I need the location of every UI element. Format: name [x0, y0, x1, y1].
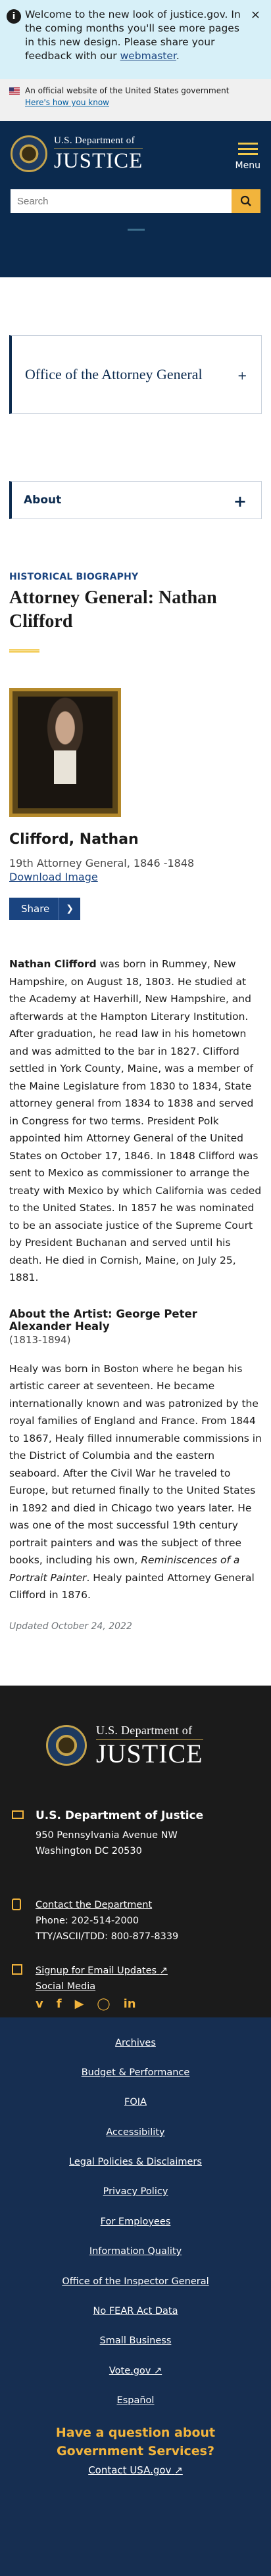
- footer-link-small-business[interactable]: Small Business: [0, 2334, 271, 2348]
- gov-banner: An official website of the United States…: [0, 79, 271, 121]
- about-accordion[interactable]: About +: [9, 481, 262, 519]
- artist-heading: About the Artist: George Peter Alexander…: [9, 1307, 197, 1333]
- menu-label: Menu: [235, 160, 260, 171]
- doj-seal-logo[interactable]: [11, 135, 47, 172]
- footer-link-no-fear[interactable]: No FEAR Act Data: [0, 2304, 271, 2318]
- contact-usa-link[interactable]: Contact USA.gov ↗: [0, 2464, 271, 2476]
- social-media-link[interactable]: Social Media: [36, 1979, 168, 1994]
- office-of-attorney-general-nav[interactable]: Office of the Attorney General +: [9, 335, 262, 414]
- gov-banner-text: An official website of the United States…: [25, 86, 230, 95]
- chevron-right-icon: ❯: [66, 904, 74, 914]
- footer-contact: Contact the Department Phone: 202-514-20…: [36, 1897, 178, 1944]
- hamburger-icon: [237, 143, 258, 145]
- us-flag-icon: [9, 87, 20, 95]
- info-icon: i: [7, 9, 21, 24]
- eyebrow-label: HISTORICAL BIOGRAPHY: [9, 572, 139, 582]
- page-title: Attorney General: Nathan Clifford: [9, 587, 217, 632]
- mail-icon: [12, 1810, 24, 1819]
- footer-link-privacy[interactable]: Privacy Policy: [0, 2184, 271, 2199]
- search-icon: [240, 195, 251, 206]
- footer-link-legal[interactable]: Legal Policies & Disclaimers: [0, 2155, 271, 2169]
- instagram-icon[interactable]: ◯: [97, 1997, 110, 2011]
- site-notice: i Welcome to the new look of justice.gov…: [0, 0, 271, 79]
- tty-number: TTY/ASCII/TDD: 800-877-8339: [36, 1931, 179, 1942]
- footer-link-accessibility[interactable]: Accessibility: [0, 2125, 271, 2140]
- phone-icon: [12, 1898, 21, 1910]
- site-header: U.S. Department of JUSTICE Menu: [0, 121, 271, 277]
- footer-primary: U.S. Department of JUSTICE U.S. Departme…: [0, 1685, 271, 2017]
- external-link-icon: ↗: [154, 2365, 162, 2376]
- notice-text: Welcome to the new look of justice.gov. …: [25, 9, 241, 62]
- footer-link-employees[interactable]: For Employees: [0, 2215, 271, 2229]
- plus-icon[interactable]: +: [237, 367, 247, 386]
- about-label: About: [24, 494, 62, 507]
- footer-brand[interactable]: U.S. Department of JUSTICE: [96, 1724, 203, 1768]
- external-link-icon: ↗: [159, 1965, 168, 1976]
- heres-how-you-know-link[interactable]: Here's how you know: [25, 97, 109, 108]
- title-rule: [9, 649, 39, 653]
- footer-link-foia[interactable]: FOIA: [0, 2095, 271, 2109]
- signup-icon: [12, 1964, 22, 1975]
- updated-date: Updated October 24, 2022: [9, 1621, 132, 1632]
- twitter-icon[interactable]: 𝘃: [36, 1997, 43, 2011]
- linkedin-icon[interactable]: in: [124, 1997, 136, 2011]
- external-link-icon: ↗: [174, 2464, 183, 2476]
- artist-biography: Healy was born in Boston where he began …: [9, 1362, 262, 1601]
- email-updates-link[interactable]: Signup for Email Updates ↗: [36, 1963, 168, 1979]
- phone-number: Phone: 202-514-2000: [36, 1915, 139, 1926]
- footer-signup: Signup for Email Updates ↗ Social Media: [36, 1963, 168, 1994]
- footer-links: Archives Budget & Performance FOIA Acces…: [0, 2017, 271, 2576]
- menu-button[interactable]: Menu: [235, 139, 260, 171]
- subject-role: 19th Attorney General, 1846 -1848: [9, 857, 195, 869]
- footer-link-budget[interactable]: Budget & Performance: [0, 2065, 271, 2080]
- subject-name: Clifford, Nathan: [9, 831, 139, 848]
- site-brand[interactable]: U.S. Department of JUSTICE: [54, 135, 143, 173]
- search-input[interactable]: [11, 189, 232, 213]
- download-image-link[interactable]: Download Image: [9, 871, 262, 883]
- sidenav-title: Office of the Attorney General: [25, 366, 203, 382]
- search-button[interactable]: [232, 189, 260, 213]
- contact-department-link[interactable]: Contact the Department: [36, 1897, 178, 1913]
- biography-text: Nathan Clifford was born in Rummey, New …: [9, 958, 262, 1283]
- webmaster-link[interactable]: webmaster: [120, 50, 176, 62]
- footer-link-information-quality[interactable]: Information Quality: [0, 2244, 271, 2259]
- search-form: [11, 189, 260, 213]
- footer-address: U.S. Department of Justice 950 Pennsylva…: [36, 1808, 204, 1856]
- footer-seal-logo[interactable]: [46, 1724, 87, 1766]
- share-button[interactable]: Share ❯: [9, 898, 81, 920]
- artist-lifespan: (1813-1894): [9, 1333, 71, 1346]
- social-icons: 𝘃 f ▶ ◯ in: [36, 1997, 136, 2011]
- plus-icon[interactable]: +: [234, 492, 247, 511]
- government-services-question: Have a question about Government Service…: [55, 2425, 216, 2458]
- close-icon[interactable]: ×: [251, 8, 260, 22]
- header-accent: [128, 229, 145, 231]
- portrait-image: [9, 688, 121, 817]
- facebook-icon[interactable]: f: [57, 1997, 62, 2011]
- footer-link-espanol[interactable]: Español: [0, 2393, 271, 2408]
- footer-link-archives[interactable]: Archives: [0, 2036, 271, 2050]
- share-label: Share: [9, 898, 60, 920]
- youtube-icon[interactable]: ▶: [75, 1997, 84, 2011]
- footer-link-vote[interactable]: Vote.gov ↗: [0, 2364, 271, 2378]
- footer-link-inspector-general[interactable]: Office of the Inspector General: [0, 2274, 271, 2289]
